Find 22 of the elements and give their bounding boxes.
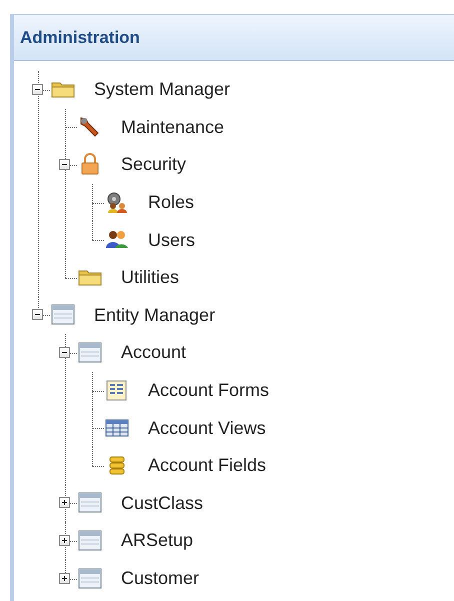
collapse-toggle[interactable] xyxy=(59,158,70,170)
tree-item[interactable]: CustClass xyxy=(121,492,204,514)
tree-item[interactable]: ARSetup xyxy=(121,530,194,552)
tree-item[interactable]: Account Views xyxy=(148,418,266,439)
panel-title: Administration xyxy=(20,28,140,48)
tree-item[interactable]: Security xyxy=(121,154,186,176)
tree-item[interactable]: Utilities xyxy=(121,267,180,288)
collapse-toggle[interactable] xyxy=(32,84,43,95)
tree-item[interactable]: Users xyxy=(148,230,196,251)
tree-item[interactable]: Roles xyxy=(148,192,194,214)
tree-item[interactable]: Account Forms xyxy=(148,380,270,402)
tree-item[interactable]: System Manager xyxy=(94,79,230,100)
tree-item[interactable]: Entity Manager xyxy=(94,304,216,326)
tree-item[interactable]: Maintenance xyxy=(121,116,224,138)
expand-toggle[interactable] xyxy=(59,497,70,508)
collapse-toggle[interactable] xyxy=(59,346,70,358)
tree-item[interactable]: Customer xyxy=(121,568,200,590)
tree-item[interactable]: Account Fields xyxy=(148,455,266,476)
tree-item[interactable]: Account xyxy=(121,342,186,364)
expand-toggle[interactable] xyxy=(59,534,70,546)
expand-toggle[interactable] xyxy=(59,572,70,584)
collapse-toggle[interactable] xyxy=(32,309,43,320)
